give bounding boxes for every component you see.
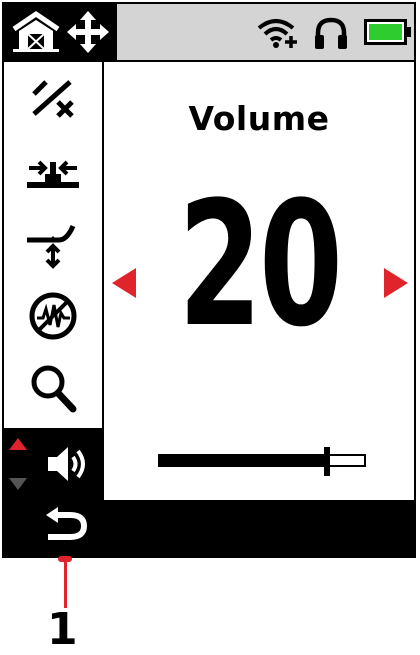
sidebar-item-sensitivity[interactable]: [4, 138, 102, 210]
setting-title: Volume: [188, 99, 330, 138]
farm-house-icon: [10, 9, 62, 57]
callout-label: 1: [47, 604, 78, 655]
volume-icon: [46, 444, 92, 488]
sidebar-item-depth[interactable]: [4, 210, 102, 282]
volume-slider-fill: [160, 456, 328, 465]
sidebar-item-volume[interactable]: [4, 428, 102, 500]
battery-level: [369, 24, 402, 40]
search-icon: [29, 363, 77, 417]
sidebar-item-ground-balance[interactable]: [4, 64, 102, 136]
back-arrow-icon: [40, 507, 90, 551]
settings-sidebar: [2, 62, 104, 500]
depth-adjust-icon: [25, 216, 81, 276]
back-button[interactable]: [38, 507, 92, 551]
wifi-plus-icon: [256, 16, 302, 54]
sidebar-item-search[interactable]: [4, 354, 102, 426]
sensitivity-icon: [25, 152, 81, 196]
detector-screen: Volume 20: [2, 2, 416, 558]
ground-balance-icon: [30, 78, 76, 122]
callout-line: [64, 558, 67, 608]
setting-value: 20: [178, 164, 343, 365]
setting-panel: Volume 20: [104, 62, 416, 500]
headphones-icon: [313, 16, 349, 54]
mode-panel[interactable]: [4, 4, 117, 60]
status-bar: [2, 2, 416, 62]
battery-icon: [364, 19, 412, 49]
scroll-down-icon[interactable]: [8, 476, 28, 496]
move-arrows-icon: [65, 9, 111, 59]
bottom-bar: [2, 500, 416, 558]
volume-slider-handle[interactable]: [324, 447, 331, 476]
noise-cancel-icon: [28, 291, 78, 345]
volume-slider[interactable]: [158, 447, 366, 476]
decrease-arrow-icon[interactable]: [110, 266, 138, 304]
scroll-up-icon[interactable]: [8, 436, 28, 456]
sidebar-item-noise-cancel[interactable]: [4, 282, 102, 354]
increase-arrow-icon[interactable]: [382, 266, 410, 304]
